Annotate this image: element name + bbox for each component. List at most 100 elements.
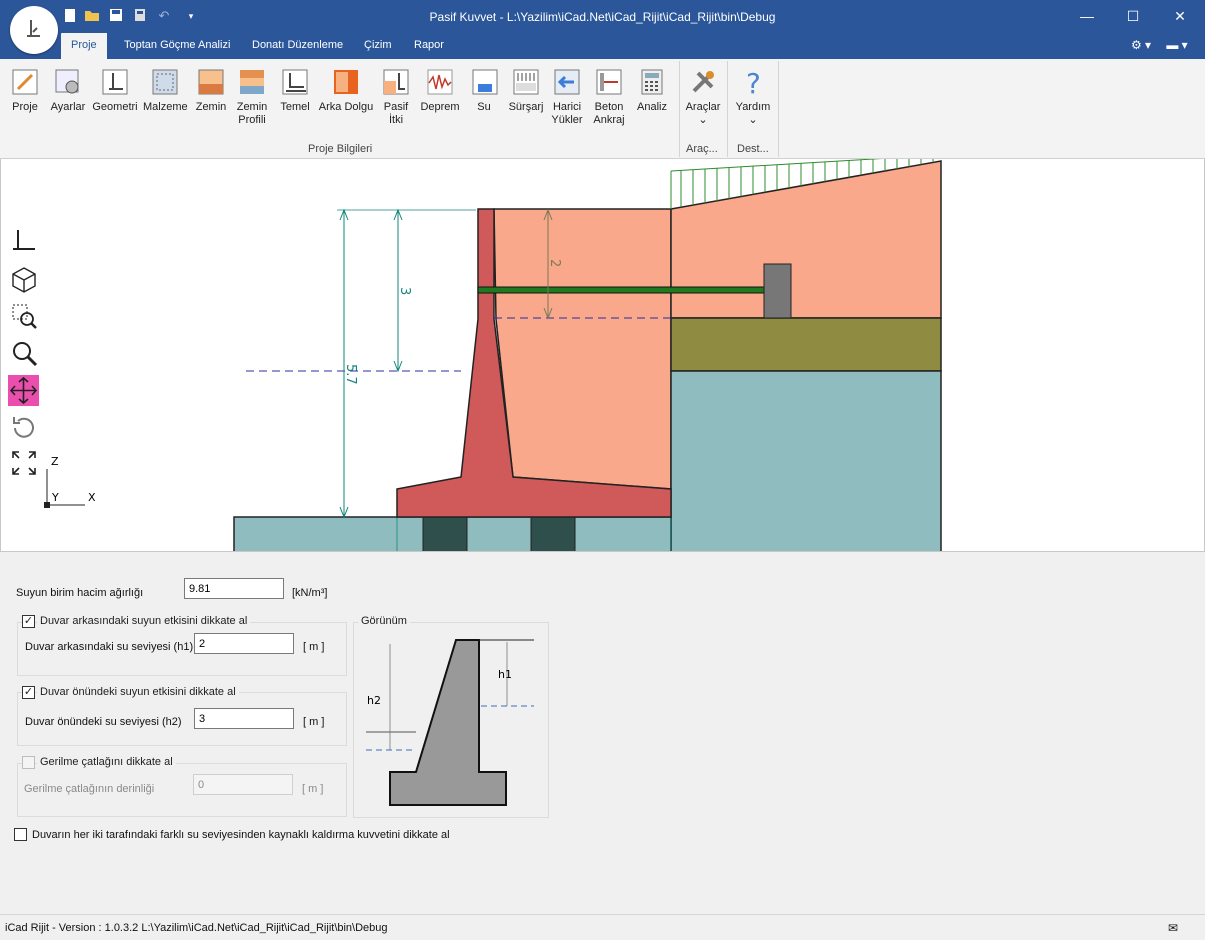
- close-icon: ✕: [1174, 8, 1186, 24]
- axis-label-y: Y: [51, 491, 59, 504]
- pile-1: [422, 516, 468, 551]
- ribbon-button-proje[interactable]: Proje: [8, 67, 42, 114]
- upper-soil-region: [670, 160, 942, 319]
- pile-2: [530, 516, 576, 551]
- style-switch-icon[interactable]: ⚙ ▾: [1124, 35, 1158, 55]
- 3d-view-icon[interactable]: [10, 265, 38, 293]
- dim-h1-label: 3: [397, 287, 412, 295]
- foundation-icon: [280, 67, 310, 97]
- backfill-region: [493, 208, 672, 490]
- anchor-bar: [477, 286, 765, 294]
- front-water-checkbox[interactable]: ✓: [22, 686, 35, 699]
- ribbon-button-analiz[interactable]: Analiz: [634, 67, 670, 114]
- tension-crack-field-label: Gerilme çatlağının derinliği: [24, 783, 155, 795]
- rotate-icon[interactable]: [10, 413, 38, 441]
- zoom-icon[interactable]: [10, 339, 38, 367]
- project-icon: [10, 67, 40, 97]
- ribbon-button-deprem[interactable]: Deprem: [418, 67, 462, 114]
- settings-icon: [53, 67, 83, 97]
- maximize-button[interactable]: ☐: [1120, 6, 1146, 26]
- tab-cizim[interactable]: Çizim: [354, 33, 402, 59]
- ribbon-button-harici-yukler[interactable]: Harici Yükler: [550, 67, 584, 127]
- tension-crack-input[interactable]: [193, 774, 293, 795]
- title-bar: ↶ ▾ Pasif Kuvvet - L:\Yazilim\iCad.Net\i…: [0, 0, 1205, 59]
- ribbon-button-temel[interactable]: Temel: [278, 67, 312, 114]
- passive-thrust-icon: [381, 67, 411, 97]
- group-separator: [679, 61, 680, 157]
- wall-view-icon[interactable]: [10, 227, 38, 255]
- behind-water-check-label: Duvar arkasındaki suyun etkisini dikkate…: [37, 615, 251, 627]
- geometry-icon: [100, 67, 130, 97]
- ribbon-button-zemin[interactable]: Zemin: [194, 67, 228, 114]
- ribbon-button-geometri[interactable]: Geometri: [92, 67, 138, 114]
- tension-crack-unit: [ m ]: [302, 783, 324, 795]
- behind-water-checkbox[interactable]: ✓: [22, 615, 35, 628]
- close-button[interactable]: ✕: [1167, 6, 1193, 26]
- zoom-extents-icon[interactable]: [10, 449, 38, 477]
- backfill-icon: [331, 67, 361, 97]
- analysis-icon: [637, 67, 667, 97]
- tab-proje[interactable]: Proje: [61, 33, 107, 59]
- soil-profile-icon: [237, 67, 267, 97]
- minimize-button[interactable]: —: [1074, 6, 1100, 26]
- lower-soil-layer: [670, 370, 942, 551]
- material-icon: [150, 67, 180, 97]
- tools-icon: [688, 67, 718, 97]
- surcharge-icon: [511, 67, 541, 97]
- retaining-wall-drawing[interactable]: 5.7 3 2 Z Y X: [1, 159, 1205, 552]
- uplift-checkbox[interactable]: [14, 828, 27, 841]
- ribbon-button-pasif-itki[interactable]: Pasif İtki: [380, 67, 412, 127]
- concrete-anchor-icon: [594, 67, 624, 97]
- pan-icon[interactable]: [8, 375, 39, 406]
- theme-dropdown-icon[interactable]: ▬ ▾: [1160, 35, 1194, 55]
- ribbon: Proje Ayarlar Geometri Malzeme Zemin Zem…: [0, 59, 1205, 159]
- unit-weight-label: Suyun birim hacim ağırlığı: [16, 587, 144, 599]
- preview-h2-label: h2: [367, 694, 381, 707]
- ribbon-button-beton-ankraj[interactable]: Beton Ankraj: [590, 67, 628, 127]
- tab-toptan-gocme[interactable]: Toptan Göçme Analizi: [114, 33, 240, 59]
- anchor-plate: [763, 263, 792, 319]
- unit-weight-input[interactable]: [184, 578, 284, 599]
- drawing-canvas[interactable]: 5.7 3 2 Z Y X: [0, 159, 1205, 552]
- status-text: iCad Rijit - Version : 1.0.3.2 L:\Yazili…: [5, 922, 388, 934]
- ribbon-button-araclar[interactable]: Araçlar ⌄: [684, 67, 722, 127]
- tab-rapor[interactable]: Rapor: [404, 33, 454, 59]
- group-separator: [778, 61, 779, 157]
- behind-water-unit: [ m ]: [303, 641, 325, 653]
- front-water-field-label: Duvar önündeki su seviyesi (h2): [25, 716, 182, 728]
- preview-diagram: h1 h2: [366, 639, 534, 806]
- group-label-destek: Dest...: [737, 143, 769, 155]
- svg-text:?: ?: [746, 67, 761, 97]
- ribbon-button-su[interactable]: Su: [470, 67, 498, 114]
- status-bar: iCad Rijit - Version : 1.0.3.2 L:\Yazili…: [0, 914, 1205, 940]
- ribbon-button-zemin-profili[interactable]: Zemin Profili: [234, 67, 270, 127]
- maximize-icon: ☐: [1126, 8, 1140, 24]
- group-separator: [727, 61, 728, 157]
- dim-anchor-label: 2: [547, 259, 562, 267]
- zoom-window-icon[interactable]: [10, 302, 38, 330]
- tension-crack-checkbox[interactable]: [22, 756, 35, 769]
- notification-icon[interactable]: ✉: [1168, 921, 1178, 935]
- ribbon-button-yardim[interactable]: ? Yardım ⌄: [734, 67, 772, 127]
- ribbon-button-malzeme[interactable]: Malzeme: [143, 67, 188, 114]
- help-icon: ?: [738, 67, 768, 100]
- behind-water-input[interactable]: [194, 633, 294, 654]
- middle-soil-layer: [670, 317, 942, 372]
- earthquake-icon: [425, 67, 455, 97]
- group-label-proje-bilgileri: Proje Bilgileri: [308, 143, 373, 155]
- axis-label-z: Z: [51, 455, 59, 468]
- window-title: Pasif Kuvvet - L:\Yazilim\iCad.Net\iCad_…: [429, 10, 776, 24]
- front-water-input[interactable]: [194, 708, 294, 729]
- water-settings-form: Suyun birim hacim ağırlığı [kN/m³] ✓ Duv…: [0, 552, 1205, 914]
- tab-donati[interactable]: Donatı Düzenleme: [242, 33, 353, 59]
- group-label-araclar: Araç...: [686, 143, 718, 155]
- water-icon: [470, 67, 500, 97]
- ribbon-button-sursarj[interactable]: Sürşarj: [506, 67, 546, 114]
- preview-h1-label: h1: [498, 668, 512, 681]
- front-water-unit: [ m ]: [303, 716, 325, 728]
- ribbon-button-arka-dolgu[interactable]: Arka Dolgu: [318, 67, 374, 114]
- soil-icon: [196, 67, 226, 97]
- ribbon-button-ayarlar[interactable]: Ayarlar: [48, 67, 88, 114]
- behind-water-field-label: Duvar arkasındaki su seviyesi (h1): [25, 641, 194, 653]
- preview-title: Görünüm: [358, 615, 410, 627]
